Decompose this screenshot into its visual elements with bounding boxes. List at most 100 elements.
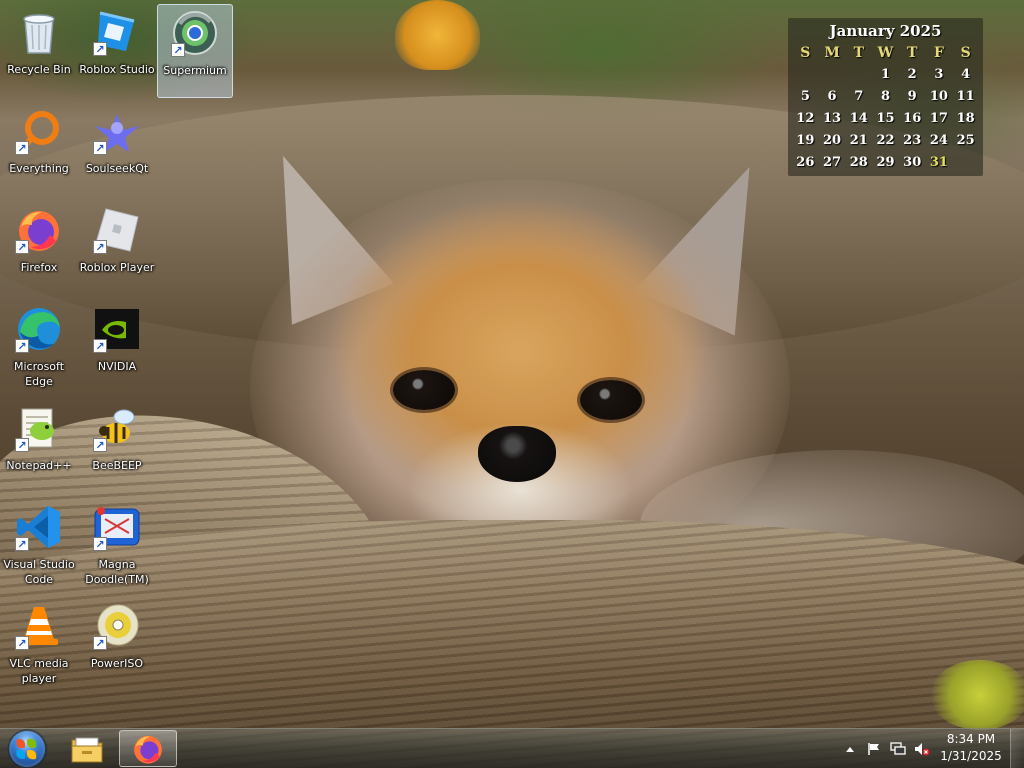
beebeep-icon: ↗ — [93, 404, 141, 452]
shortcut-arrow-icon: ↗ — [93, 141, 107, 155]
wallpaper-fox-eye-left — [393, 370, 455, 410]
calendar-day[interactable]: 26 — [792, 152, 819, 174]
calendar-day[interactable]: 24 — [926, 130, 953, 152]
calendar-blank-cell — [845, 64, 872, 86]
desktop-icon-soulseekqt[interactable]: ↗ SoulseekQt — [79, 103, 155, 197]
desktop-icon-notepadpp[interactable]: ↗ Notepad++ — [1, 400, 77, 494]
desktop-icon-microsoft-edge[interactable]: ↗ Microsoft Edge — [1, 301, 77, 395]
roblox-studio-icon: ↗ — [93, 8, 141, 56]
calendar-grid: S M T W T F S 1 2 3 4 5 6 7 8 9 10 11 12 13 14 15 16 17 18 19 20 21… — [792, 42, 979, 174]
calendar-day[interactable]: 7 — [845, 86, 872, 108]
desktop-icon-nvidia[interactable]: ↗ NVIDIA — [79, 301, 155, 395]
shortcut-arrow-icon: ↗ — [93, 636, 107, 650]
edge-icon: ↗ — [15, 305, 63, 353]
clock-time: 8:34 PM — [946, 732, 996, 746]
calendar-day[interactable]: 10 — [926, 86, 953, 108]
calendar-day[interactable]: 1 — [872, 64, 899, 86]
desktop-icon-label: PowerISO — [90, 657, 144, 670]
network-icon[interactable] — [890, 741, 906, 757]
calendar-blank-cell — [792, 64, 819, 86]
desktop-icon-label: Magna Doodle(TM) — [85, 558, 149, 586]
calendar-day[interactable]: 30 — [899, 152, 926, 174]
calendar-day[interactable]: 2 — [899, 64, 926, 86]
desktop-icon-recycle-bin[interactable]: Recycle Bin — [1, 4, 77, 98]
calendar-day[interactable]: 11 — [952, 86, 979, 108]
taskbar-file-explorer-button[interactable] — [58, 730, 116, 767]
calendar-day[interactable]: 18 — [952, 108, 979, 130]
file-explorer-icon — [71, 737, 103, 762]
desktop-icon-firefox[interactable]: ↗ Firefox — [1, 202, 77, 296]
taskbar-firefox-button[interactable] — [119, 730, 177, 767]
calendar-day[interactable]: 17 — [926, 108, 953, 130]
calendar-day[interactable]: 27 — [819, 152, 846, 174]
calendar-weekday: W — [877, 45, 894, 61]
start-button[interactable] — [4, 729, 48, 768]
desktop-icon-label: Everything — [9, 162, 69, 175]
shortcut-arrow-icon: ↗ — [93, 537, 107, 551]
desktop-icon-roblox-studio[interactable]: ↗ Roblox Studio — [79, 4, 155, 98]
desktop-icon-label: Roblox Player — [79, 261, 155, 274]
calendar-day[interactable]: 29 — [872, 152, 899, 174]
calendar-day[interactable]: 25 — [952, 130, 979, 152]
calendar-day[interactable]: 5 — [792, 86, 819, 108]
firefox-icon: ↗ — [15, 206, 63, 254]
flag-icon[interactable] — [866, 741, 882, 757]
shortcut-arrow-icon: ↗ — [171, 43, 185, 57]
desktop-icon-vscode[interactable]: ↗ Visual Studio Code — [1, 499, 77, 593]
desktop-icon-label: Supermium — [163, 64, 227, 77]
wallpaper-fox-eye-right — [580, 380, 642, 420]
calendar-weekday: S — [800, 45, 811, 61]
calendar-day[interactable]: 16 — [899, 108, 926, 130]
calendar-day[interactable]: 4 — [952, 64, 979, 86]
desktop-icon-supermium[interactable]: ↗ Supermium — [157, 4, 233, 98]
notepadpp-icon: ↗ — [15, 404, 63, 452]
desktop-icon-roblox-player[interactable]: ↗ Roblox Player — [79, 202, 155, 296]
taskbar-clock[interactable]: 8:34 PM 1/31/2025 — [940, 731, 1002, 767]
desktop-icon-label: Recycle Bin — [7, 63, 71, 76]
desktop-icon-label: Microsoft Edge — [13, 360, 65, 388]
calendar-day[interactable]: 13 — [819, 108, 846, 130]
clock-date: 1/31/2025 — [940, 749, 1002, 763]
calendar-day[interactable]: 20 — [819, 130, 846, 152]
chevron-up-icon[interactable] — [842, 741, 858, 757]
calendar-day[interactable]: 28 — [845, 152, 872, 174]
calendar-day[interactable]: 3 — [926, 64, 953, 86]
calendar-day[interactable]: 15 — [872, 108, 899, 130]
calendar-weekday: T — [906, 45, 918, 61]
calendar-day[interactable]: 12 — [792, 108, 819, 130]
windows-logo-icon — [9, 729, 46, 768]
desktop-icon-everything[interactable]: ↗ Everything — [1, 103, 77, 197]
desktop-icon-label: Roblox Studio — [79, 63, 155, 76]
calendar-day[interactable]: 19 — [792, 130, 819, 152]
calendar-gadget[interactable]: January 2025 S M T W T F S 1 2 3 4 5 6 7 8 9 10 11 12 13 14 1… — [788, 18, 983, 176]
desktop-icon-poweriso[interactable]: ↗ PowerISO — [79, 598, 155, 692]
calendar-day-today[interactable]: 31 — [926, 152, 953, 174]
calendar-day[interactable]: 22 — [872, 130, 899, 152]
nvidia-icon: ↗ — [93, 305, 141, 353]
calendar-day[interactable]: 8 — [872, 86, 899, 108]
firefox-icon — [134, 735, 162, 764]
shortcut-arrow-icon: ↗ — [15, 537, 29, 551]
show-desktop-button[interactable] — [1010, 729, 1024, 768]
calendar-day[interactable]: 9 — [899, 86, 926, 108]
volume-muted-icon[interactable] — [914, 741, 930, 757]
calendar-day[interactable]: 21 — [845, 130, 872, 152]
wallpaper-moss — [930, 660, 1024, 730]
calendar-day[interactable]: 23 — [899, 130, 926, 152]
shortcut-arrow-icon: ↗ — [15, 240, 29, 254]
calendar-day[interactable]: 6 — [819, 86, 846, 108]
magna-doodle-icon: ↗ — [93, 503, 141, 551]
everything-icon: ↗ — [15, 107, 63, 155]
desktop-icon-vlc[interactable]: ↗ VLC media player — [1, 598, 77, 692]
soulseekqt-icon: ↗ — [93, 107, 141, 155]
shortcut-arrow-icon: ↗ — [15, 438, 29, 452]
calendar-day[interactable]: 14 — [845, 108, 872, 130]
shortcut-arrow-icon: ↗ — [93, 240, 107, 254]
calendar-weekday: F — [933, 45, 944, 61]
roblox-player-icon: ↗ — [93, 206, 141, 254]
desktop-icon-label: Notepad++ — [6, 459, 72, 472]
calendar-weekday: S — [960, 45, 971, 61]
calendar-blank-cell — [819, 64, 846, 86]
desktop-icon-beebeep[interactable]: ↗ BeeBEEP — [79, 400, 155, 494]
desktop-icon-magna-doodle[interactable]: ↗ Magna Doodle(TM) — [79, 499, 155, 593]
